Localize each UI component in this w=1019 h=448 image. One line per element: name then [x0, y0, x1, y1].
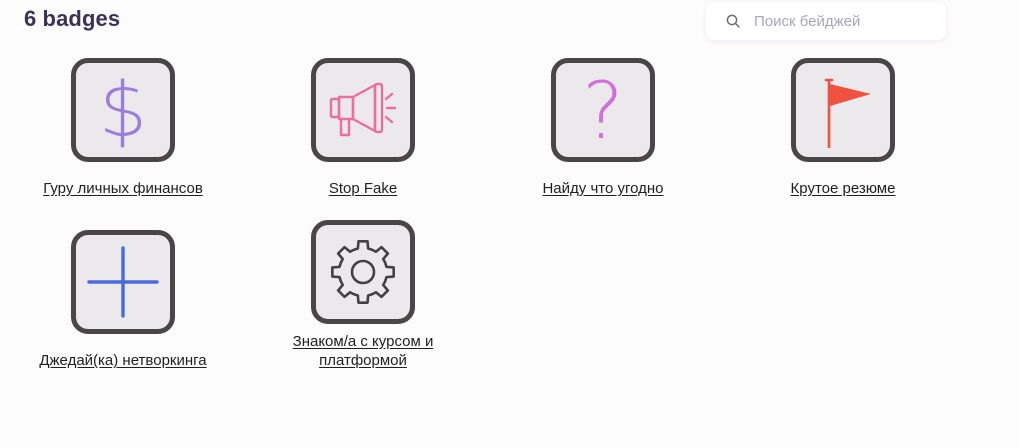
badge-link[interactable]: Гуру личных финансов: [43, 179, 203, 198]
badge-card[interactable]: Stop Fake: [243, 58, 483, 198]
gear-icon: [331, 240, 395, 304]
badge-link[interactable]: Stop Fake: [329, 179, 397, 198]
search-icon: [726, 14, 740, 28]
question-icon: ?: [582, 70, 623, 150]
svg-text:?: ?: [582, 70, 623, 150]
badge-icon-frame[interactable]: ?: [551, 58, 655, 162]
badge-link[interactable]: Крутое резюме: [791, 179, 896, 198]
badge-link[interactable]: Найду что угодно: [542, 179, 663, 198]
badge-card[interactable]: ? Найду что угодно: [483, 58, 723, 198]
megaphone-icon: [329, 82, 397, 137]
badge-card[interactable]: Знаком/а с курсом и платформой: [243, 220, 483, 370]
badge-link[interactable]: Знаком/а с курсом и платформой: [268, 332, 458, 370]
badge-card[interactable]: $ Гуру личных финансов: [3, 58, 243, 198]
search-box[interactable]: [706, 2, 946, 40]
badge-link[interactable]: Джедай(ка) нетворкинга: [39, 351, 206, 370]
flag-icon: [824, 78, 871, 148]
badge-icon-frame[interactable]: [791, 58, 895, 162]
badge-icon-frame[interactable]: [71, 230, 175, 334]
page-title: 6 badges: [24, 6, 121, 31]
badge-icon-frame[interactable]: $: [71, 58, 175, 162]
badge-icon-frame[interactable]: [311, 58, 415, 162]
dollar-icon: $: [99, 70, 147, 150]
badge-card[interactable]: Джедай(ка) нетворкинга: [3, 230, 243, 370]
badge-icon-frame[interactable]: [311, 220, 415, 324]
svg-text:$: $: [99, 70, 147, 150]
plus-icon: [87, 246, 159, 318]
search-input[interactable]: [754, 12, 934, 30]
badge-card[interactable]: Крутое резюме: [723, 58, 963, 198]
badges-page: 6 badges $ Гуру личных финансов: [0, 0, 1019, 448]
